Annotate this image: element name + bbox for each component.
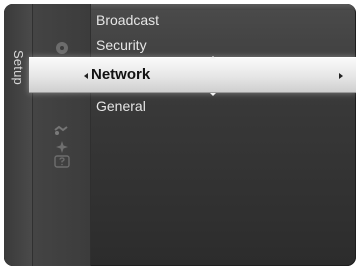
down-arrow-icon[interactable] xyxy=(210,93,216,96)
setup-tab[interactable]: Setup xyxy=(4,4,33,266)
menu-item-security[interactable]: Security xyxy=(96,37,147,53)
sparkle-icon[interactable] xyxy=(55,140,69,154)
menu-item-broadcast[interactable]: Broadcast xyxy=(96,12,159,28)
menu-items: Broadcast Security General xyxy=(90,4,356,266)
disc-icon[interactable] xyxy=(55,41,69,55)
icon-column xyxy=(33,4,91,266)
up-arrow-icon[interactable] xyxy=(210,56,216,59)
satellite-icon[interactable] xyxy=(53,124,71,136)
right-arrow-icon[interactable] xyxy=(339,73,343,79)
menu-item-general[interactable]: General xyxy=(96,98,146,114)
menu-item-network-highlight[interactable] xyxy=(29,57,356,93)
setup-tab-label: Setup xyxy=(11,50,26,85)
menu-item-network[interactable]: Network xyxy=(91,66,150,83)
help-icon[interactable] xyxy=(53,155,70,169)
left-arrow-icon[interactable] xyxy=(84,73,88,79)
tv-setup-menu: Setup Broadcast Security General xyxy=(4,4,356,266)
